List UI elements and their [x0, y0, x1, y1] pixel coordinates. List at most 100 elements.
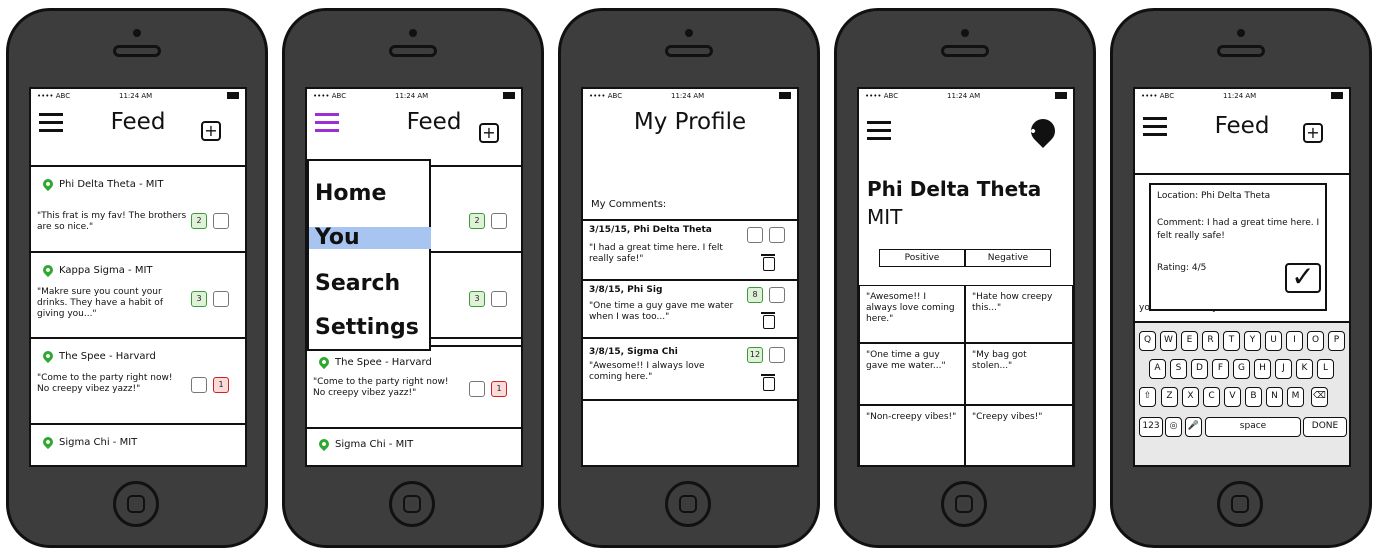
key-j[interactable]: J	[1275, 359, 1292, 379]
shift-key[interactable]: ⇧	[1139, 387, 1156, 407]
microphone-icon[interactable]: 🎤	[1185, 417, 1202, 437]
post-location: Sigma Chi - MIT	[335, 439, 414, 450]
key-d[interactable]: D	[1191, 359, 1208, 379]
add-post-button[interactable]: +	[1303, 123, 1323, 143]
key-c[interactable]: C	[1203, 387, 1220, 407]
thumbs-down-icon[interactable]	[769, 287, 785, 303]
popup-rating[interactable]: Rating: 4/5	[1157, 263, 1206, 273]
feed-post[interactable]: The Spee - Harvard "Come to the party ri…	[307, 345, 521, 429]
thumbs-up-icon[interactable]: 2	[469, 213, 485, 229]
speaker	[941, 45, 989, 57]
location-pin-icon	[40, 262, 56, 278]
key-v[interactable]: V	[1224, 387, 1241, 407]
home-button[interactable]	[941, 481, 987, 527]
status-bar: •••• ABC 11:24 AM	[307, 89, 521, 103]
negative-tab[interactable]: Negative	[965, 249, 1051, 267]
time-label: 11:24 AM	[395, 92, 429, 100]
positive-tab[interactable]: Positive	[879, 249, 965, 267]
add-post-button[interactable]: +	[479, 123, 499, 143]
thumbs-up-icon[interactable]: 3	[469, 291, 485, 307]
thumbs-down-icon[interactable]	[769, 227, 785, 243]
trash-icon[interactable]	[761, 312, 775, 329]
key-x[interactable]: X	[1182, 387, 1199, 407]
key-l[interactable]: L	[1317, 359, 1334, 379]
key-k[interactable]: K	[1296, 359, 1313, 379]
menu-item-search[interactable]: Search	[315, 271, 400, 296]
post-location: The Spee - Harvard	[335, 357, 432, 368]
globe-key[interactable]: ◎	[1165, 417, 1182, 437]
popup-comment[interactable]: Comment: I had a great time here. I felt…	[1157, 217, 1321, 243]
feed-post[interactable]: Phi Delta Theta - MIT "This frat is my f…	[31, 169, 245, 253]
home-button[interactable]	[665, 481, 711, 527]
trash-icon[interactable]	[761, 254, 775, 271]
carrier-label: •••• ABC	[37, 92, 71, 100]
post-location: The Spee - Harvard	[59, 351, 156, 362]
key-h[interactable]: H	[1254, 359, 1271, 379]
battery-icon	[1055, 92, 1067, 99]
negative-comment: "Creepy vibes!"	[965, 405, 1073, 465]
thumbs-down-icon[interactable]	[213, 291, 229, 307]
checkmark-icon[interactable]: ✓	[1285, 263, 1321, 293]
thumbs-up-icon[interactable]: 3	[191, 291, 207, 307]
key-m[interactable]: M	[1287, 387, 1304, 407]
key-q[interactable]: Q	[1139, 331, 1156, 351]
home-button[interactable]	[113, 481, 159, 527]
backspace-key[interactable]: ⌫	[1311, 387, 1328, 407]
carrier-label: •••• ABC	[1141, 92, 1175, 100]
key-u[interactable]: U	[1265, 331, 1282, 351]
thumbs-up-icon[interactable]: 2	[191, 213, 207, 229]
thumbs-up-icon[interactable]	[747, 227, 763, 243]
key-y[interactable]: Y	[1244, 331, 1261, 351]
key-t[interactable]: T	[1223, 331, 1240, 351]
key-z[interactable]: Z	[1161, 387, 1178, 407]
new-post-popup: Location: Phi Delta Theta Comment: I had…	[1149, 183, 1327, 311]
key-f[interactable]: F	[1212, 359, 1229, 379]
status-bar: •••• ABC 11:24 AM	[859, 89, 1073, 103]
key-b[interactable]: B	[1245, 387, 1262, 407]
comment-item[interactable]: 3/8/15, Sigma Chi "Awesome!! I always lo…	[583, 339, 797, 401]
key-s[interactable]: S	[1170, 359, 1187, 379]
thumbs-up-icon[interactable]: 8	[747, 287, 763, 303]
key-space[interactable]: space	[1205, 417, 1301, 437]
key-n[interactable]: N	[1266, 387, 1283, 407]
location-pin-icon	[40, 176, 56, 192]
thumbs-up-icon[interactable]: 12	[747, 347, 763, 363]
comment-header: 3/8/15, Sigma Chi	[589, 347, 678, 357]
key-i[interactable]: I	[1286, 331, 1303, 351]
feed-post[interactable]: Kappa Sigma - MIT "Makre sure you count …	[31, 255, 245, 339]
thumbs-down-icon[interactable]	[491, 291, 507, 307]
key-e[interactable]: E	[1181, 331, 1198, 351]
key-o[interactable]: O	[1307, 331, 1324, 351]
key-done[interactable]: DONE	[1303, 417, 1347, 437]
thumbs-down-icon[interactable]	[213, 213, 229, 229]
key-123[interactable]: 123	[1139, 417, 1163, 437]
camera	[409, 29, 417, 37]
home-button[interactable]	[389, 481, 435, 527]
comment-item[interactable]: 3/15/15, Phi Delta Theta "I had a great …	[583, 219, 797, 281]
feed-post[interactable]: Sigma Chi - MIT	[31, 427, 245, 465]
thumbs-up-icon[interactable]	[191, 377, 207, 393]
trash-icon[interactable]	[761, 374, 775, 391]
key-a[interactable]: A	[1149, 359, 1166, 379]
thumbs-down-icon[interactable]	[491, 213, 507, 229]
thumbs-down-icon[interactable]: 1	[491, 381, 507, 397]
add-post-button[interactable]: +	[201, 121, 221, 141]
hamburger-menu-icon[interactable]	[867, 121, 891, 141]
comment-item[interactable]: 3/8/15, Phi Sig "One time a guy gave me …	[583, 281, 797, 339]
home-button[interactable]	[1217, 481, 1263, 527]
menu-item-home[interactable]: Home	[315, 181, 386, 206]
thumbs-up-icon[interactable]	[469, 381, 485, 397]
post-quote: "Come to the party right now! No creepy …	[37, 373, 173, 394]
map-pin-icon[interactable]	[1026, 114, 1060, 148]
key-g[interactable]: G	[1233, 359, 1250, 379]
thumbs-down-icon[interactable]: 1	[213, 377, 229, 393]
thumbs-down-icon[interactable]	[769, 347, 785, 363]
menu-item-settings[interactable]: Settings	[315, 315, 419, 340]
comment-header: 3/15/15, Phi Delta Theta	[589, 225, 712, 235]
feed-post[interactable]: Sigma Chi - MIT	[307, 431, 521, 465]
key-p[interactable]: P	[1328, 331, 1345, 351]
menu-item-you[interactable]: You	[315, 225, 360, 250]
feed-post[interactable]: The Spee - Harvard "Come to the party ri…	[31, 341, 245, 425]
key-r[interactable]: R	[1202, 331, 1219, 351]
key-w[interactable]: W	[1160, 331, 1177, 351]
